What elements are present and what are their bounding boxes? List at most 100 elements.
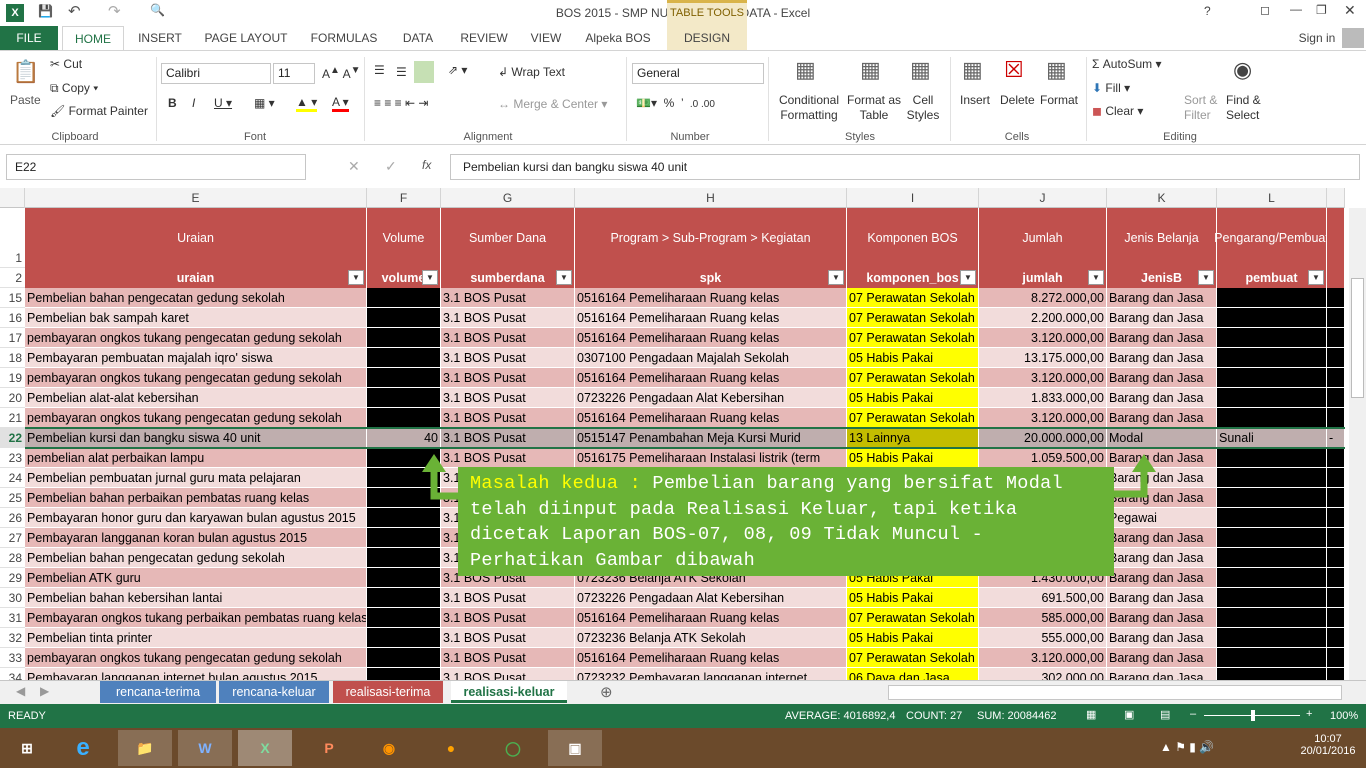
cell-m20[interactable]	[1327, 388, 1345, 408]
delete-cells-button[interactable]: Delete	[1000, 93, 1035, 107]
column-header-E[interactable]: E	[25, 188, 367, 208]
borders-icon[interactable]: ▦ ▾	[254, 96, 275, 110]
cell-m28[interactable]	[1327, 548, 1345, 568]
cell-f29[interactable]	[367, 568, 441, 588]
cell-e30[interactable]: Pembelian bahan kebersihan lantai	[25, 588, 367, 608]
cell-e33[interactable]: pembayaran ongkos tukang pengecatan gedu…	[25, 648, 367, 668]
cell-l33[interactable]	[1217, 648, 1327, 668]
font-size-select[interactable]: 11	[273, 63, 315, 84]
cell-h19[interactable]: 0516164 Pemeliharaan Ruang kelas	[575, 368, 847, 388]
header-cell[interactable]: Pengarang/Pembuat	[1214, 208, 1329, 268]
row-header-30[interactable]: 30	[0, 588, 25, 608]
sign-in-link[interactable]: Sign in	[1292, 26, 1342, 50]
firefox-icon[interactable]: ◉	[362, 730, 416, 766]
cell-f28[interactable]	[367, 548, 441, 568]
grow-font-icon[interactable]: A▲ A▼	[322, 65, 361, 81]
row-header-28[interactable]: 28	[0, 548, 25, 568]
cell-i16[interactable]: 07 Perawatan Sekolah	[847, 308, 979, 328]
format-cells-button[interactable]: Format	[1040, 93, 1078, 107]
cell-g18[interactable]: 3.1 BOS Pusat	[441, 348, 575, 368]
align-top-icon[interactable]: ☰	[374, 63, 385, 77]
header-cell[interactable]: Volume	[367, 208, 441, 268]
zoom-slider-thumb[interactable]	[1251, 710, 1255, 721]
cell-e18[interactable]: Pembayaran pembuatan majalah iqro' siswa	[25, 348, 367, 368]
cell-m18[interactable]	[1327, 348, 1345, 368]
row-header-18[interactable]: 18	[0, 348, 25, 368]
new-sheet-button[interactable]: ⊕	[600, 683, 613, 701]
header-cell[interactable]: Jenis Belanja	[1107, 208, 1217, 268]
zoom-level[interactable]: 100%	[1330, 710, 1358, 722]
formula-input[interactable]: Pembelian kursi dan bangku siswa 40 unit	[450, 154, 1360, 180]
user-avatar-icon[interactable]	[1342, 28, 1364, 48]
prev-sheet-icon[interactable]: ◀	[16, 684, 25, 698]
cell-f18[interactable]	[367, 348, 441, 368]
row-header-23[interactable]: 23	[0, 448, 25, 468]
sheet-tab-realisasi-terima[interactable]: realisasi-terima	[333, 681, 443, 703]
cell-i18[interactable]: 05 Habis Pakai	[847, 348, 979, 368]
close-button[interactable]: ✕	[1344, 2, 1356, 19]
ribbon-options-icon[interactable]: ◻	[1260, 3, 1270, 17]
cell-g19[interactable]: 3.1 BOS Pusat	[441, 368, 575, 388]
cell-l24[interactable]	[1217, 468, 1327, 488]
row-header-27[interactable]: 27	[0, 528, 25, 548]
filter-dropdown-icon[interactable]: ▼	[556, 270, 572, 285]
cell-g16[interactable]: 3.1 BOS Pusat	[441, 308, 575, 328]
row-header-20[interactable]: 20	[0, 388, 25, 408]
cell-l26[interactable]	[1217, 508, 1327, 528]
filter-dropdown-icon[interactable]: ▼	[1088, 270, 1104, 285]
header-cell[interactable]: Sumber Dana	[441, 208, 575, 268]
align-left-icon[interactable]: ≡ ≡ ≡ ⇤ ⇥	[374, 96, 428, 110]
field-header-cell[interactable]: JenisB ▼	[1107, 268, 1217, 288]
cell-k30[interactable]: Barang dan Jasa	[1107, 588, 1217, 608]
copy-button[interactable]: ⧉ Copy ▾	[50, 81, 98, 96]
field-header-cell[interactable]: uraian ▼	[25, 268, 367, 288]
cell-e20[interactable]: Pembelian alat-alat kebersihan	[25, 388, 367, 408]
restore-button[interactable]: ❐	[1316, 3, 1327, 17]
cell-f32[interactable]	[367, 628, 441, 648]
clock[interactable]: 10:07 20/01/2016	[1300, 733, 1356, 757]
cell-l32[interactable]	[1217, 628, 1327, 648]
merge-center-button[interactable]: ↔ Merge & Center ▾	[498, 97, 607, 111]
sheet-tab-realisasi-keluar[interactable]: realisasi-keluar	[451, 681, 567, 703]
autosum-button[interactable]: Σ AutoSum ▾	[1092, 57, 1161, 71]
horizontal-scrollbar[interactable]	[888, 685, 1342, 700]
cell-i33[interactable]: 07 Perawatan Sekolah	[847, 648, 979, 668]
select-all[interactable]	[0, 188, 25, 208]
tab-review[interactable]: REVIEW	[456, 26, 512, 50]
underline-button[interactable]: U ▾	[214, 96, 232, 110]
cell-l31[interactable]	[1217, 608, 1327, 628]
cell-g15[interactable]: 3.1 BOS Pusat	[441, 288, 575, 308]
find-select-button[interactable]: Find & Select	[1226, 93, 1272, 123]
word-icon[interactable]: W	[178, 730, 232, 766]
cell-k17[interactable]: Barang dan Jasa	[1107, 328, 1217, 348]
column-header-K[interactable]: K	[1107, 188, 1217, 208]
chrome-icon[interactable]: ◯	[486, 730, 540, 766]
italic-button[interactable]: I	[192, 96, 195, 110]
cell-e17[interactable]: pembayaran ongkos tukang pengecatan gedu…	[25, 328, 367, 348]
cell-j30[interactable]: 691.500,00	[979, 588, 1107, 608]
cell-j23[interactable]: 1.059.500,00	[979, 448, 1107, 468]
cell-l28[interactable]	[1217, 548, 1327, 568]
field-header-cell[interactable]: jumlah ▼	[979, 268, 1107, 288]
zoom-in-button[interactable]: +	[1306, 708, 1312, 720]
cell-f17[interactable]	[367, 328, 441, 348]
cancel-icon[interactable]: ✕	[348, 158, 360, 175]
cell-f21[interactable]	[367, 408, 441, 428]
sort-filter-button[interactable]: Sort & Filter	[1184, 93, 1224, 123]
row-header-22[interactable]: 22	[0, 428, 25, 448]
conditional-formatting-button[interactable]: Conditional Formatting	[777, 93, 841, 123]
cell-m30[interactable]	[1327, 588, 1345, 608]
cell-e21[interactable]: pembayaran ongkos tukang pengecatan gedu…	[25, 408, 367, 428]
number-format-select[interactable]: General	[632, 63, 764, 84]
app-icon[interactable]: ▣	[548, 730, 602, 766]
cell-m29[interactable]	[1327, 568, 1345, 588]
cell-g33[interactable]: 3.1 BOS Pusat	[441, 648, 575, 668]
field-header-cell[interactable]: spk ▼	[575, 268, 847, 288]
cut-button[interactable]: ✂ Cut	[50, 57, 82, 71]
cell-j19[interactable]: 3.120.000,00	[979, 368, 1107, 388]
cell-m16[interactable]	[1327, 308, 1345, 328]
cell-m32[interactable]	[1327, 628, 1345, 648]
cell-e19[interactable]: pembayaran ongkos tukang pengecatan gedu…	[25, 368, 367, 388]
cell-m33[interactable]	[1327, 648, 1345, 668]
excel-icon[interactable]: X	[238, 730, 292, 766]
